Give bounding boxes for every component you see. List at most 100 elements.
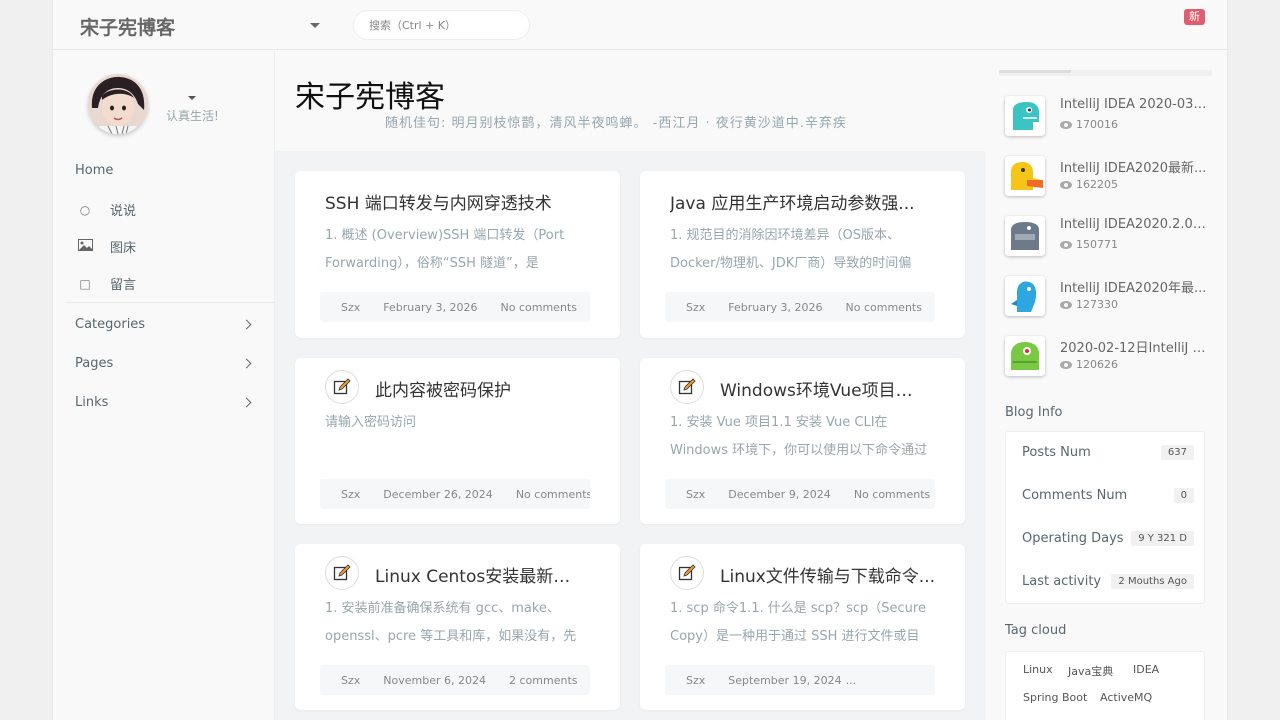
post-title[interactable]: 此内容被密码保护 — [375, 376, 595, 401]
edit-icon — [670, 556, 704, 590]
post-author[interactable]: Szx — [686, 488, 705, 501]
avatar[interactable] — [88, 74, 148, 134]
chevron-right-icon — [241, 358, 252, 369]
post-date: December 9, 2024 — [728, 487, 831, 501]
view-count: 150771 — [1076, 238, 1118, 251]
post-comments[interactable]: No comments — [854, 488, 930, 501]
post-title[interactable]: SSH 端口转发与内网穿透技术 — [325, 189, 595, 214]
sidebar-tabs[interactable] — [999, 70, 1212, 76]
post-comments[interactable]: No comments — [516, 488, 590, 501]
eye-icon — [1060, 180, 1072, 189]
hot-post-item[interactable]: IntelliJ IDEA 2020-03-1... 170016 — [1005, 96, 1210, 136]
chevron-right-icon — [241, 319, 252, 330]
post-card[interactable]: SSH 端口转发与内网穿透技术 1. 概述 (Overview)SSH 端口转发… — [295, 171, 620, 338]
tag-link[interactable]: IDEA — [1133, 663, 1159, 676]
info-value: 0 — [1173, 488, 1194, 503]
post-title[interactable]: Linux文件传输与下载命令... — [720, 562, 938, 587]
hot-post-title[interactable]: IntelliJ IDEA2020年最... — [1060, 277, 1208, 296]
post-card[interactable]: Linux文件传输与下载命令... 1. scp 命令1.1. 什么是 scp？… — [640, 544, 965, 710]
chevron-down-icon[interactable] — [188, 96, 196, 100]
info-row-comments: Comments Num 0 — [1022, 488, 1194, 503]
post-meta: Szx February 3, 2026 No comments — [665, 292, 935, 322]
message-icon: □ — [79, 276, 91, 291]
tag-cloud-title: Tag cloud — [1005, 623, 1067, 638]
hot-post-title[interactable]: IntelliJ IDEA2020.2.04... — [1060, 217, 1208, 232]
search-input[interactable] — [353, 10, 530, 40]
post-author[interactable]: Szx — [341, 488, 360, 501]
hot-post-views: 120626 — [1060, 358, 1118, 371]
info-label: Comments Num — [1022, 488, 1128, 503]
hot-post-item[interactable]: IntelliJ IDEA2020.2.04... 150771 — [1005, 216, 1210, 256]
tag-link[interactable]: ActiveMQ — [1100, 691, 1152, 704]
hot-post-item[interactable]: IntelliJ IDEA2020年最... 127330 — [1005, 276, 1210, 316]
post-thumbnail — [1005, 156, 1045, 196]
top-navbar: 宋子宪博客 新 — [53, 0, 1227, 50]
new-badge[interactable]: 新 — [1184, 9, 1205, 25]
hot-post-views: 162205 — [1060, 178, 1118, 191]
post-thumbnail — [1005, 336, 1045, 376]
post-card[interactable]: Linux Centos安装最新稳... 1. 安装前准备确保系统有 gcc、m… — [295, 544, 620, 710]
edit-icon — [325, 370, 359, 404]
blog-info-panel: Posts Num 637 Comments Num 0 Operating D… — [1005, 431, 1205, 604]
post-excerpt: 1. scp 命令1.1. 什么是 scp？scp（Secure Copy）是一… — [670, 601, 926, 644]
post-comments[interactable]: ... — [846, 674, 857, 687]
nav-item-label: 图床 — [110, 241, 137, 256]
post-title[interactable]: Linux Centos安装最新稳... — [375, 562, 580, 587]
chevron-down-icon[interactable] — [310, 23, 320, 28]
info-row-posts: Posts Num 637 — [1022, 445, 1194, 460]
nav-item-shuoshuo[interactable]: ○ 说说 — [75, 200, 136, 220]
info-label: Operating Days — [1022, 531, 1124, 546]
hot-post-title[interactable]: IntelliJ IDEA2020最新... — [1060, 157, 1208, 176]
post-card[interactable]: 此内容被密码保护 请输入密码访问 Szx December 26, 2024 N… — [295, 358, 620, 524]
site-brand[interactable]: 宋子宪博客 — [80, 13, 175, 40]
nav-item-guestbook[interactable]: □ 留言 — [75, 274, 137, 294]
post-date: February 3, 2026 — [383, 300, 478, 314]
view-count: 120626 — [1076, 358, 1118, 371]
hot-post-views: 127330 — [1060, 298, 1118, 311]
post-card[interactable]: Java 应用生产环境启动参数强... 1. 规范目的消除因环境差异（OS版本、… — [640, 171, 965, 338]
nav-group-pages[interactable]: Pages — [75, 356, 252, 371]
blog-info-title: Blog Info — [1005, 405, 1063, 420]
eye-icon — [1060, 240, 1072, 249]
post-date: September 19, 2024 — [728, 673, 842, 687]
nav-home[interactable]: Home — [75, 163, 113, 178]
nav-group-links[interactable]: Links — [75, 395, 252, 410]
hot-post-item[interactable]: 2020-02-12日IntelliJ ID... 120626 — [1005, 336, 1210, 376]
edit-icon — [670, 370, 704, 404]
post-excerpt: 1. 安装 Vue 项目1.1 安装 Vue CLI在 Windows 环境下，… — [670, 415, 928, 458]
post-date: November 6, 2024 — [383, 673, 486, 687]
tag-link[interactable]: Java宝典 — [1068, 663, 1113, 679]
post-excerpt: 1. 安装前准备确保系统有 gcc、make、openssl、pcre 等工具和… — [325, 601, 577, 644]
post-comments[interactable]: No comments — [846, 301, 922, 314]
view-count: 170016 — [1076, 118, 1118, 131]
hot-post-title[interactable]: IntelliJ IDEA 2020-03-1... — [1060, 97, 1208, 112]
nav-group-categories[interactable]: Categories — [75, 317, 252, 332]
post-date: February 3, 2026 — [728, 300, 823, 314]
post-title[interactable]: Windows环境Vue项目常... — [720, 376, 925, 401]
post-card[interactable]: Windows环境Vue项目常... 1. 安装 Vue 项目1.1 安装 Vu… — [640, 358, 965, 524]
comment-icon: ○ — [79, 202, 91, 217]
post-comments[interactable]: 2 comments — [509, 674, 578, 687]
nav-item-label: 留言 — [110, 278, 137, 293]
post-author[interactable]: Szx — [686, 674, 705, 687]
tag-link[interactable]: Spring Boot — [1023, 691, 1087, 704]
hot-post-item[interactable]: IntelliJ IDEA2020最新... 162205 — [1005, 156, 1210, 196]
hot-thumb-shape — [1011, 342, 1039, 370]
post-excerpt: 1. 规范目的消除因环境差异（OS版本、Docker/物理机、JDK厂商）导致的… — [670, 228, 912, 271]
post-comments[interactable]: No comments — [501, 301, 577, 314]
left-sidebar: 认真生活! Home ○ 说说 图床 □ 留言 Categories Pages — [53, 50, 275, 720]
hot-post-title[interactable]: 2020-02-12日IntelliJ ID... — [1060, 337, 1208, 356]
post-title[interactable]: Java 应用生产环境启动参数强... — [670, 189, 925, 214]
user-motto: 认真生活! — [166, 109, 219, 123]
post-author[interactable]: Szx — [341, 674, 360, 687]
eye-icon — [1060, 300, 1072, 309]
tag-link[interactable]: Linux — [1023, 663, 1053, 676]
nav-group-label: Pages — [75, 356, 114, 371]
post-excerpt: 请输入密码访问 — [325, 415, 417, 430]
post-meta: Szx December 26, 2024 No comments — [320, 479, 590, 509]
post-author[interactable]: Szx — [341, 301, 360, 314]
post-meta: Szx December 9, 2024 No comments — [665, 479, 935, 509]
post-author[interactable]: Szx — [686, 301, 705, 314]
nav-item-gallery[interactable]: 图床 — [75, 237, 136, 256]
info-row-activity: Last activity 2 Mouths Ago — [1022, 574, 1194, 589]
